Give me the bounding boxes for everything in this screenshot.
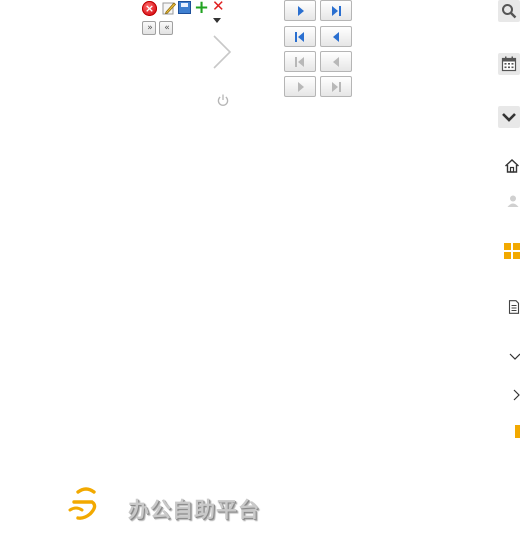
close-glyph: × <box>144 2 155 15</box>
chevron-right-small-icon[interactable] <box>510 389 520 401</box>
chevron-down-small-icon[interactable] <box>508 350 520 362</box>
edit-pencil-icon[interactable] <box>162 1 176 15</box>
power-icon[interactable] <box>216 93 230 107</box>
close-icon[interactable]: × <box>142 1 157 16</box>
chevron-down-icon <box>502 113 516 122</box>
last-button[interactable] <box>320 0 352 21</box>
last-icon <box>332 6 341 16</box>
grid-icon[interactable] <box>504 243 520 259</box>
first-icon <box>295 32 304 42</box>
collapse-button[interactable] <box>498 106 520 128</box>
first-button[interactable] <box>284 26 316 47</box>
prev-page-icon[interactable]: « <box>159 21 173 35</box>
user-icon[interactable] <box>506 194 520 208</box>
brand-title: 办公自助平台 <box>128 498 260 522</box>
delete-icon[interactable]: ✕ <box>212 0 225 15</box>
last-disabled-icon <box>332 82 341 92</box>
prev-button[interactable] <box>320 26 352 47</box>
orange-marker-icon <box>515 425 520 438</box>
calendar-button[interactable] <box>498 53 520 75</box>
next-icon <box>298 6 304 16</box>
home-icon[interactable] <box>504 158 520 174</box>
chevron-right-large-icon[interactable] <box>208 32 236 72</box>
calendar-icon <box>501 56 517 72</box>
prev-icon <box>333 32 339 42</box>
document-icon[interactable] <box>508 300 520 314</box>
next-button-disabled <box>284 76 316 97</box>
brand-logo-icon <box>68 487 97 520</box>
dropdown-caret-icon[interactable] <box>213 18 221 23</box>
first-disabled-icon <box>295 57 304 67</box>
search-icon <box>502 4 517 19</box>
add-icon[interactable]: + <box>194 0 209 17</box>
next-page-icon[interactable]: » <box>142 21 156 35</box>
prev-button-disabled <box>320 51 352 72</box>
prev-disabled-icon <box>333 57 339 67</box>
last-button-disabled <box>320 76 352 97</box>
next-button[interactable] <box>284 0 316 21</box>
next-disabled-icon <box>298 82 304 92</box>
search-button[interactable] <box>498 0 520 22</box>
first-button-disabled <box>284 51 316 72</box>
save-disk-icon[interactable] <box>178 1 191 14</box>
